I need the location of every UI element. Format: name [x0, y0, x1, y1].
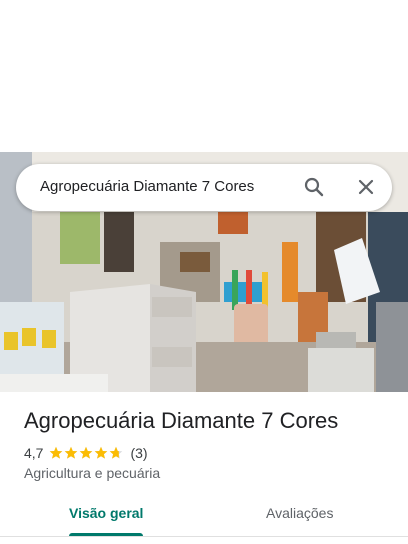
review-count[interactable]: (3) — [130, 445, 147, 461]
tab-divider — [0, 536, 408, 537]
map-blank-area — [0, 0, 408, 152]
search-bar[interactable]: Agropecuária Diamante 7 Cores — [16, 164, 392, 211]
search-input[interactable]: Agropecuária Diamante 7 Cores — [40, 178, 254, 195]
star-icon — [50, 446, 63, 459]
star-icon — [65, 446, 78, 459]
close-icon[interactable] — [354, 175, 378, 199]
tab-reviews[interactable]: Avaliações — [266, 505, 333, 521]
place-category[interactable]: Agricultura e pecuária — [24, 465, 160, 481]
star-icon — [95, 446, 108, 459]
star-icon — [110, 446, 123, 459]
tab-overview[interactable]: Visão geral — [69, 505, 143, 521]
star-icon — [80, 446, 93, 459]
place-name: Agropecuária Diamante 7 Cores — [24, 408, 339, 433]
rating-value: 4,7 — [24, 445, 44, 461]
rating-row[interactable]: 4,7 (3) — [24, 444, 148, 462]
search-icon[interactable] — [302, 175, 326, 199]
star-rating — [49, 446, 124, 460]
